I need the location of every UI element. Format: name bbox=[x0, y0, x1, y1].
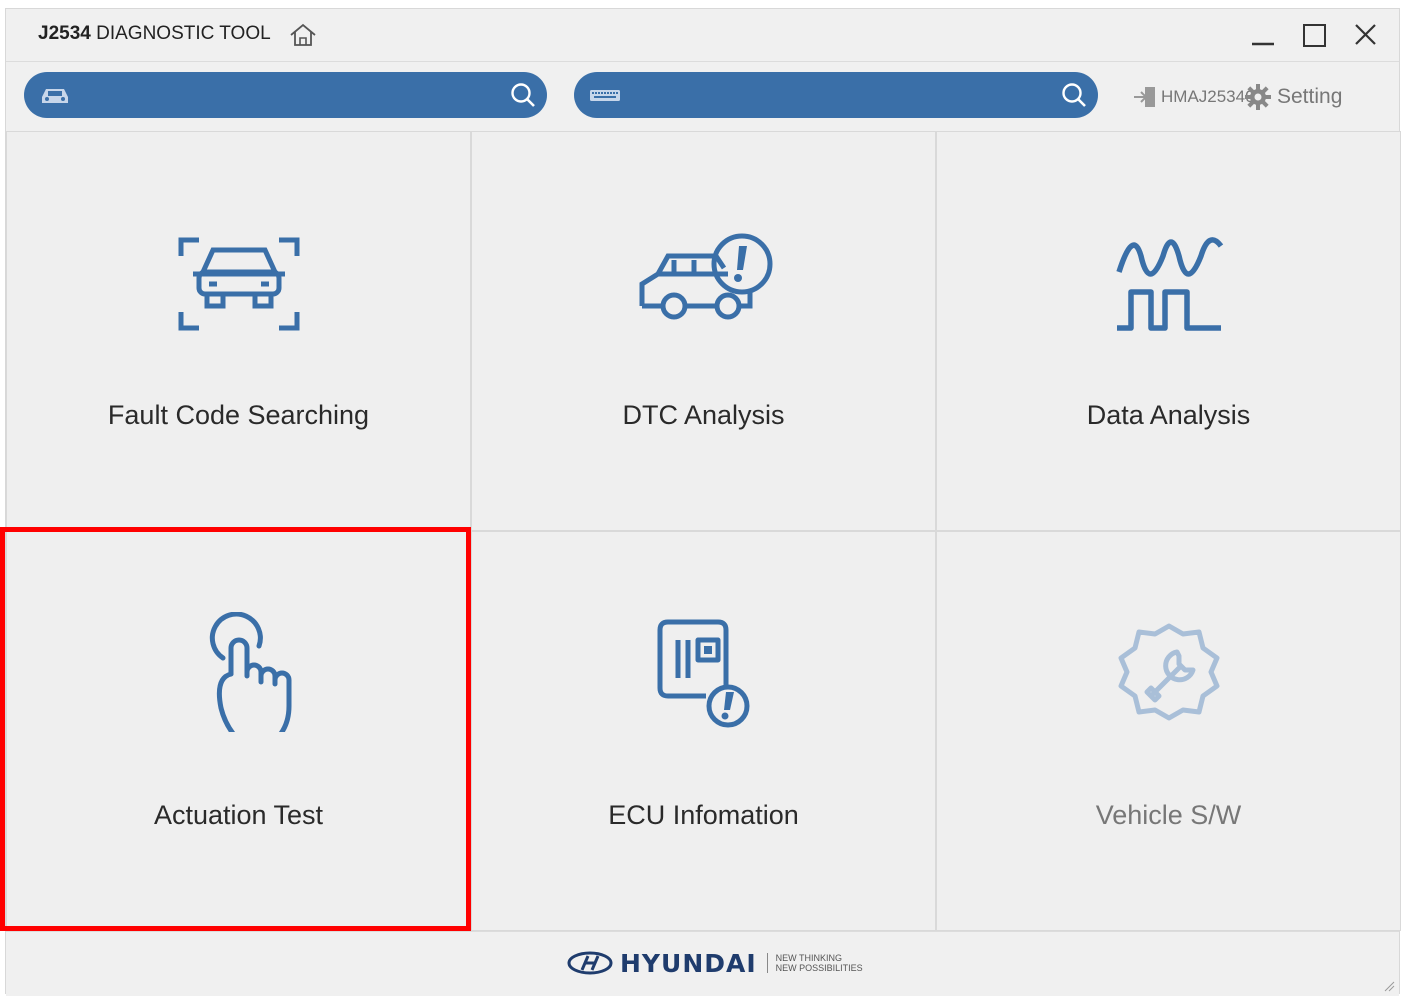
resize-grip-icon[interactable] bbox=[1383, 980, 1395, 992]
car-alert-icon bbox=[639, 233, 772, 320]
tile-label: Data Analysis bbox=[1086, 400, 1251, 430]
hyundai-brand: HYUNDAI NEW THINKING NEW POSSIBILITIES bbox=[566, 946, 863, 980]
toolbar: HMAJ25340 Setting bbox=[6, 61, 1399, 132]
tile-label: ECU Infomation bbox=[608, 800, 799, 830]
title-rest: DIAGNOSTIC TOOL bbox=[90, 23, 271, 44]
tile-vehicle-sw: Vehicle S/W bbox=[936, 531, 1401, 931]
brand-tagline: NEW THINKING NEW POSSIBILITIES bbox=[766, 953, 863, 973]
device-indicator[interactable]: HMAJ25340 bbox=[1132, 84, 1255, 110]
device-label: HMAJ25340 bbox=[1161, 87, 1255, 106]
close-button[interactable] bbox=[1350, 19, 1382, 51]
maximize-button[interactable] bbox=[1299, 19, 1331, 51]
setting-label: Setting bbox=[1277, 85, 1343, 108]
keyboard-icon bbox=[590, 90, 620, 101]
tile-label: Vehicle S/W bbox=[1095, 800, 1242, 830]
search-icon[interactable] bbox=[509, 81, 537, 109]
search-icon[interactable] bbox=[1060, 81, 1088, 109]
tile-fault-code-searching[interactable]: Fault Code Searching bbox=[6, 131, 471, 531]
vehicle-search-input[interactable] bbox=[24, 72, 547, 118]
ecu-alert-icon bbox=[657, 619, 749, 728]
home-icon[interactable] bbox=[288, 22, 318, 48]
menu-grid: Fault Code Searching DTC Analysis Data A… bbox=[6, 131, 1401, 931]
tile-label: Actuation Test bbox=[153, 800, 324, 830]
vin-search-input[interactable] bbox=[574, 72, 1098, 118]
minimize-button[interactable] bbox=[1246, 19, 1278, 51]
tile-ecu-infomation[interactable]: ECU Infomation bbox=[471, 531, 936, 931]
tile-label: DTC Analysis bbox=[622, 400, 785, 430]
hyundai-logo-icon bbox=[567, 951, 613, 975]
tagline-line-2: NEW POSSIBILITIES bbox=[775, 963, 863, 973]
car-icon bbox=[42, 89, 68, 103]
setting-button[interactable]: Setting bbox=[1244, 82, 1342, 112]
gear-icon bbox=[1245, 84, 1271, 110]
tile-data-analysis[interactable]: Data Analysis bbox=[936, 131, 1401, 531]
app-window: J2534 DIAGNOSTIC TOOL HMAJ25340 Setting … bbox=[5, 8, 1401, 996]
car-scan-icon bbox=[178, 237, 299, 331]
tile-actuation-test[interactable]: Actuation Test bbox=[6, 531, 471, 931]
tagline-line-1: NEW THINKING bbox=[775, 953, 842, 963]
window-title: J2534 DIAGNOSTIC TOOL bbox=[38, 23, 271, 45]
title-bold: J2534 bbox=[38, 23, 91, 44]
waveform-icon bbox=[1115, 237, 1223, 331]
brand-name: HYUNDAI bbox=[620, 948, 757, 978]
touch-hand-icon bbox=[209, 612, 291, 732]
title-bar: J2534 DIAGNOSTIC TOOL bbox=[6, 9, 1399, 61]
gear-wrench-icon bbox=[1118, 623, 1219, 721]
tile-dtc-analysis[interactable]: DTC Analysis bbox=[471, 131, 936, 531]
tile-label: Fault Code Searching bbox=[107, 400, 370, 430]
device-connect-icon bbox=[1134, 87, 1155, 107]
footer: HYUNDAI NEW THINKING NEW POSSIBILITIES bbox=[6, 931, 1399, 996]
